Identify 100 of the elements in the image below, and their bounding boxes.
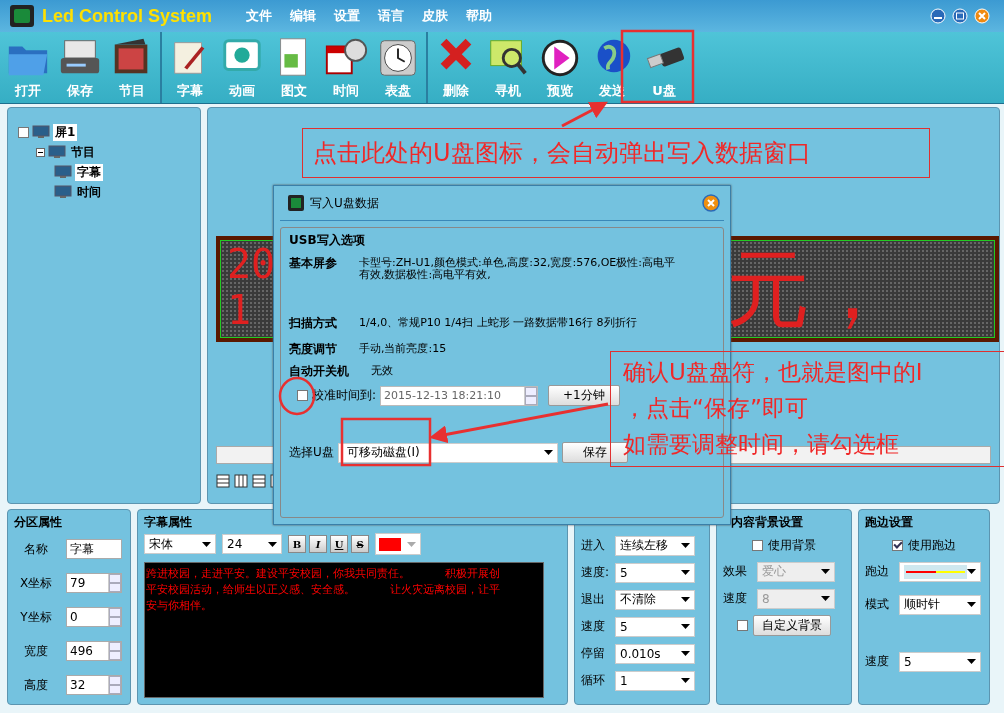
annotation-callout: 点击此处的U盘图标，会自动弹出写入数据窗口 [302,128,930,178]
caret-icon [268,541,277,547]
field-label: 循环 [581,672,606,689]
option-value: 1/4,0、常规P10 1/4扫 上蛇形 一路数据带16行 8列折行 [359,317,637,329]
usb-drive-icon [646,46,685,69]
format-button[interactable]: I [309,535,327,553]
caret-icon [202,541,211,547]
caret-icon [681,624,690,629]
text-editor[interactable]: 跨进校园，走进平安。建设平安校园，你我共同责任。 积极开展创 平安校园活动，给师生以正义感、安全感。 让火灾远离校园，让平 安与你相伴。 [144,562,544,698]
format-button[interactable]: S [351,535,369,553]
group-title: USB写入选项 [289,232,366,249]
input-field[interactable]: 0 [66,607,122,627]
play-icon [541,39,579,77]
input-field[interactable]: 496 [66,641,122,661]
globe-icon [597,39,631,73]
led-text: 20 [227,241,276,287]
dropdown[interactable]: 宋体 [144,534,216,554]
option-value: 卡型号:ZH-U1,颜色模式:单色,高度:32,宽度:576,OE极性:高电平有效,数据极性:高电平有效, [359,257,676,281]
led-text: 1 [227,287,253,333]
datetime-field[interactable]: 2015-12-13 18:21:10 [380,385,539,406]
checkbox[interactable] [297,390,308,401]
option-value: 无效 [370,365,393,377]
field-label: 速度 [723,590,748,607]
monitor-icon [54,185,72,199]
tree-item[interactable]: 时间 [75,183,103,201]
layout-icon[interactable] [234,474,248,488]
field-label: 效果 [723,563,748,580]
panel-title: 内容背景设置 [730,514,804,531]
field-label: 名称 [23,540,49,558]
restore-icon[interactable] [952,8,968,24]
input-field[interactable]: 79 [66,573,122,593]
custom-background-button[interactable]: 自定义背景 [753,614,831,636]
option-value: 手动,当前亮度:15 [359,343,447,355]
clock-icon [380,40,416,76]
checkbox-label: 使用跑边 [908,536,956,554]
caret-icon [407,541,416,547]
field-label: 速度 [865,653,890,670]
checkbox[interactable] [737,619,748,631]
layout-icon[interactable] [216,474,230,488]
led-text: 元， [726,241,894,337]
layout-icon[interactable] [252,474,266,488]
collapse-toggle[interactable] [36,147,45,157]
caret-icon [681,570,690,575]
caret-icon [821,596,830,601]
dropdown[interactable]: 5 [615,616,695,637]
caret-icon [967,569,976,574]
color-picker[interactable] [375,533,421,555]
caret-icon [681,678,690,683]
option-label: 自动开关机 [289,365,350,377]
dropdown[interactable]: 连续左移 [615,535,695,556]
dropdown[interactable]: 1 [615,670,695,691]
calendar-clock-icon [325,38,368,75]
dropdown[interactable]: 5 [615,562,695,583]
field-label: 速度 [581,618,606,635]
field-label: 选择U盘 [289,444,334,461]
search-icon [490,40,527,75]
monitor-icon [54,165,72,179]
folder-icon [8,46,48,76]
app-logo-icon [288,195,304,211]
window-title: Led Control System [42,5,213,27]
document-icon [280,38,306,76]
panel-title: 字幕属性 [144,514,193,531]
panel-title: 跑边设置 [865,514,914,531]
field-label: 停留 [581,645,606,662]
panel-title: 分区属性 [14,514,63,531]
add-minute-button[interactable]: +1分钟 [548,385,620,406]
tree-item[interactable]: 屏1 [53,123,78,141]
dropdown[interactable]: 5 [899,651,981,672]
dropdown[interactable]: 0.010s [615,643,695,664]
border-pattern-dropdown[interactable] [899,561,981,582]
field-label: 速度: [581,564,611,581]
dropdown[interactable]: 24 [222,534,282,554]
field-label: Y坐标 [19,608,53,626]
dropdown[interactable]: 可移动磁盘(I) [337,442,558,463]
checkbox[interactable] [752,539,763,551]
caret-icon [967,659,976,664]
tree-item[interactable]: 字幕 [75,163,103,181]
tree-item[interactable]: 节目 [69,143,97,161]
checkbox[interactable] [892,539,903,551]
close-icon[interactable] [702,194,720,212]
caret-icon [681,651,690,656]
caret-icon [967,602,976,607]
field-label: 模式 [865,596,890,613]
caret-icon [681,597,690,602]
input-field[interactable]: 字幕 [66,539,122,559]
delete-icon [440,38,472,70]
picture-frame-icon [223,39,261,71]
format-button[interactable]: B [288,535,306,553]
field-label: 宽度 [23,642,49,660]
field-label: 高度 [23,676,49,694]
format-button[interactable]: U [330,535,348,553]
tree-checkbox[interactable] [18,126,29,138]
field-label: 进入 [581,537,606,554]
dropdown[interactable]: 顺时针 [899,594,981,615]
field-label: 退出 [581,591,606,608]
minimize-icon[interactable] [930,8,946,24]
monitor-icon [32,125,50,139]
monitor-icon [48,145,66,159]
dropdown[interactable]: 不清除 [615,589,695,610]
input-field[interactable]: 32 [66,675,122,695]
